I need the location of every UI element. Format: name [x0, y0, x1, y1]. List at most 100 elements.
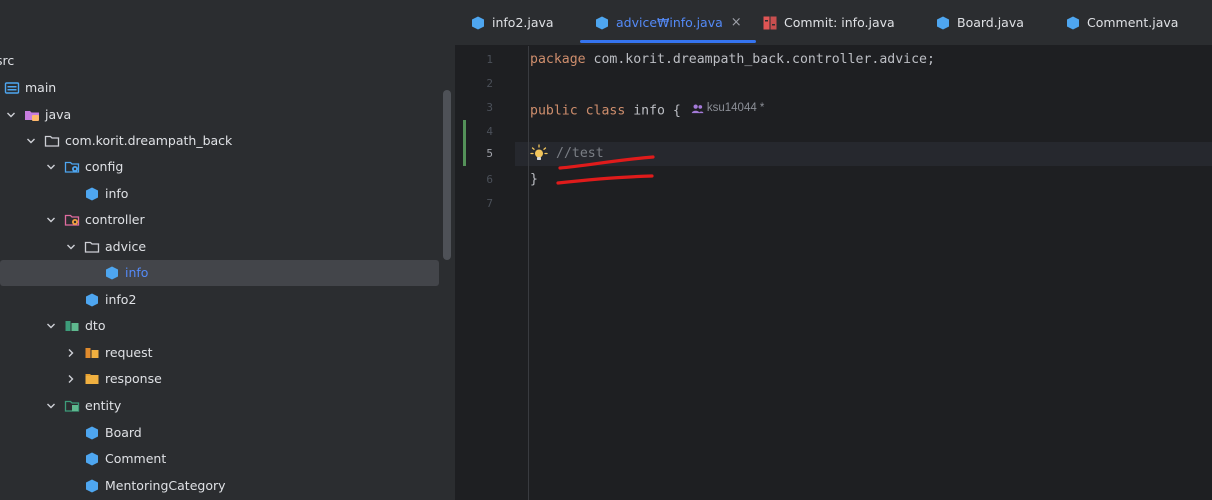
users-icon — [691, 104, 704, 113]
tree-item-label: src — [0, 53, 15, 68]
tree-item-label: MentoringCategory — [105, 478, 226, 493]
class-icon — [470, 15, 486, 31]
code-line-6: } — [530, 168, 538, 192]
folder-icon — [84, 371, 100, 387]
tree-item-label: controller — [85, 212, 145, 227]
tree-item-mentoring-category[interactable]: MentoringCategory — [0, 473, 455, 499]
source-folder-icon — [24, 107, 40, 123]
tree-item-label: advice — [105, 239, 147, 254]
tab-advice-info-java[interactable]: advice₩info.java × — [580, 0, 756, 45]
project-panel: src main java com.korit.dreampath_back — [0, 0, 455, 500]
line-number: 6 — [486, 173, 493, 186]
class-icon — [84, 478, 100, 494]
tab-info2-java[interactable]: info2.java — [470, 0, 554, 45]
folder-icon — [84, 345, 100, 361]
tree-item-info2[interactable]: info2 — [0, 287, 455, 313]
chevron-down-icon[interactable] — [24, 134, 38, 148]
tree-item-board[interactable]: Board — [0, 420, 455, 446]
class-icon — [84, 186, 100, 202]
editor-tab-bar: info2.java advice₩info.java × Commit: in… — [455, 0, 1212, 46]
tab-comment-java[interactable]: Comment.java — [1065, 0, 1178, 45]
tree-item-dto[interactable]: dto — [0, 313, 455, 339]
tree-item-advice-info[interactable]: info — [0, 260, 439, 286]
tree-item-label: main — [25, 80, 57, 95]
tab-label: Board.java — [957, 15, 1024, 30]
line-number: 7 — [486, 197, 493, 210]
lightbulb-icon[interactable] — [530, 144, 548, 162]
diff-icon — [762, 15, 778, 31]
class-icon — [1065, 15, 1081, 31]
class-icon — [935, 15, 951, 31]
tree-item-java[interactable]: java — [0, 102, 444, 128]
gutter-divider — [528, 46, 529, 500]
tree-item-main[interactable]: main — [0, 75, 444, 101]
chevron-down-icon[interactable] — [64, 240, 78, 254]
project-scrollbar-thumb[interactable] — [443, 90, 451, 260]
tree-item-config-info[interactable]: info — [0, 181, 455, 207]
chevron-down-icon[interactable] — [4, 108, 18, 122]
tree-item-label: dto — [85, 318, 106, 333]
chevron-right-icon[interactable] — [64, 346, 78, 360]
keyword: package — [530, 52, 586, 67]
closing-brace: } — [530, 172, 538, 187]
tree-item-package-root[interactable]: com.korit.dreampath_back — [0, 128, 455, 154]
config-package-icon — [64, 159, 80, 175]
code-editor[interactable]: 1 2 3 4 5 6 7 package com.korit.dreampat… — [455, 46, 1212, 500]
class-icon — [104, 265, 120, 281]
tree-item-advice[interactable]: advice — [0, 234, 455, 260]
chevron-right-icon[interactable] — [64, 372, 78, 386]
package-icon — [44, 133, 60, 149]
close-icon[interactable]: × — [731, 15, 742, 30]
code-text: info { — [625, 103, 681, 119]
tree-item-controller[interactable]: controller — [0, 207, 455, 233]
tree-item-label: response — [105, 371, 162, 386]
dto-package-icon — [64, 318, 80, 334]
author-name: ksu14044 * — [706, 102, 765, 114]
tab-label: advice₩info.java — [616, 15, 723, 30]
chevron-down-icon[interactable] — [44, 319, 58, 333]
tree-item-response[interactable]: response — [0, 366, 455, 392]
chevron-down-icon[interactable] — [44, 160, 58, 174]
tree-item-config[interactable]: config — [0, 154, 455, 180]
tree-item-entity[interactable]: entity — [0, 393, 455, 419]
tree-item-label: Board — [105, 425, 142, 440]
project-panel-header — [0, 0, 455, 45]
entity-package-icon — [64, 398, 80, 414]
tree-item-label: request — [105, 345, 153, 360]
line-number: 2 — [486, 77, 493, 90]
editor-gutter[interactable]: 1 2 3 4 5 6 7 — [455, 46, 515, 500]
tab-label: Commit: info.java — [784, 15, 895, 30]
code-line-1: package com.korit.dreampath_back.control… — [530, 48, 935, 72]
chevron-down-icon[interactable] — [44, 213, 58, 227]
controller-package-icon — [64, 212, 80, 228]
tree-item-label: entity — [85, 398, 122, 413]
tree-item-label: info — [125, 265, 149, 280]
line-number-current: 5 — [486, 147, 493, 160]
code-author-hint[interactable]: ksu14044 * — [691, 96, 765, 120]
chevron-down-icon[interactable] — [44, 399, 58, 413]
active-tab-indicator — [580, 40, 756, 43]
package-icon — [84, 239, 100, 255]
tree-item-label: java — [45, 107, 72, 122]
module-folder-icon — [4, 80, 20, 96]
tree-item-request[interactable]: request — [0, 340, 455, 366]
class-icon — [84, 425, 100, 441]
class-icon — [84, 451, 100, 467]
tab-label: info2.java — [492, 15, 554, 30]
tab-commit-info-java[interactable]: Commit: info.java — [762, 0, 895, 45]
line-number: 4 — [486, 125, 493, 138]
tab-board-java[interactable]: Board.java — [935, 0, 1024, 45]
tree-item-label: info2 — [105, 292, 137, 307]
vcs-change-marker[interactable] — [463, 120, 466, 166]
tree-item-comment[interactable]: Comment — [0, 446, 455, 472]
tree-item-label: config — [85, 159, 124, 174]
tree-item-label: Comment — [105, 451, 167, 466]
tab-label: Comment.java — [1087, 15, 1179, 30]
tree-item-label: com.korit.dreampath_back — [65, 133, 233, 148]
code-text: com.korit.dreampath_back.controller.advi… — [585, 52, 935, 67]
class-icon — [84, 292, 100, 308]
tree-item-src[interactable]: src — [0, 48, 440, 74]
line-number: 3 — [486, 101, 493, 114]
keyword: public class — [530, 103, 626, 119]
code-line-5: //test — [530, 142, 604, 166]
